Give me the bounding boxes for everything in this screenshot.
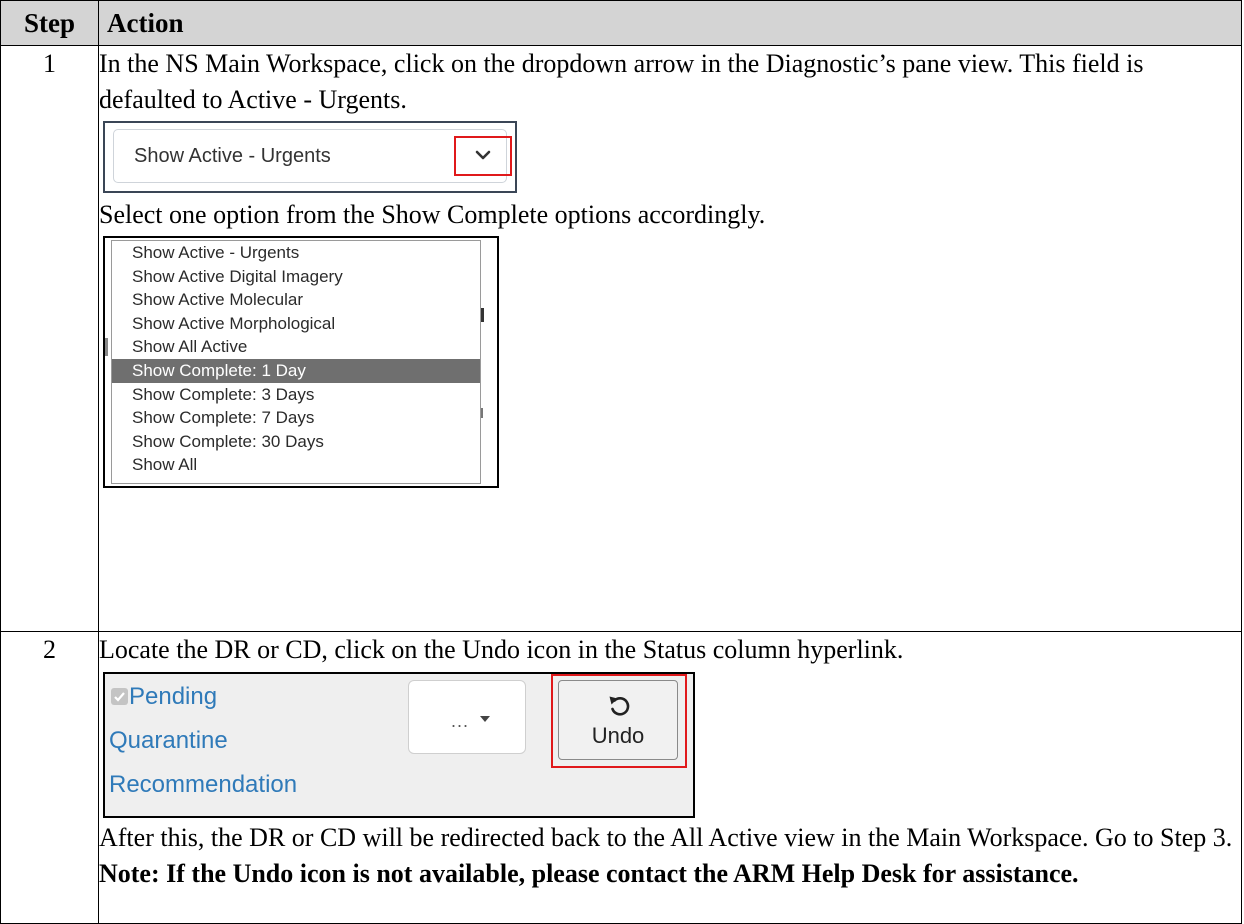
status-cell-screenshot: Pending Quarantine Recommendation ... Un… (103, 672, 695, 818)
table-header-row: Step Action (0, 0, 1242, 46)
step-action: Locate the DR or CD, click on the Undo i… (98, 631, 1242, 924)
dropdown-screenshot: Show Active - Urgents Show Active Digita… (103, 236, 499, 488)
select-screenshot: Show Active - Urgents (103, 121, 517, 193)
step-note: Note: If the Undo icon is not available,… (99, 859, 1079, 888)
background-fragment (481, 308, 484, 322)
dropdown-options-list: Show Active - Urgents Show Active Digita… (111, 240, 481, 484)
menu-dots: ... (451, 711, 470, 731)
dropdown-option[interactable]: Show Active - Urgents (112, 241, 480, 265)
undo-button[interactable]: Undo (558, 680, 678, 760)
step-text: After this, the DR or CD will be redirec… (99, 823, 1233, 852)
actions-menu-button[interactable]: ... (408, 680, 526, 754)
dropdown-option[interactable]: Show Complete: 3 Days (112, 383, 480, 407)
step-action: In the NS Main Workspace, click on the d… (98, 45, 1242, 632)
header-action: Action (98, 0, 1242, 46)
chevron-down-icon (475, 150, 491, 160)
steps-table: Step Action 1 In the NS Main Workspace, … (0, 0, 1242, 924)
dropdown-option[interactable]: Show Complete: 7 Days (112, 406, 480, 430)
status-link-line[interactable]: Recommendation (109, 770, 297, 800)
table-row: 2 Locate the DR or CD, click on the Undo… (0, 631, 1242, 924)
step-number: 2 (0, 631, 99, 924)
dropdown-option[interactable]: Show All Active (112, 335, 480, 359)
step-instruction: In the NS Main Workspace, click on the d… (99, 49, 1144, 114)
background-fragment (481, 408, 483, 418)
background-fragment (105, 338, 108, 356)
undo-icon (609, 696, 630, 716)
step-instruction: Select one option from the Show Complete… (99, 200, 766, 229)
dropdown-option[interactable]: Show All (112, 453, 480, 477)
dropdown-arrow-highlight[interactable] (454, 136, 512, 176)
dropdown-option[interactable]: Show Complete: 30 Days (112, 430, 480, 454)
step-instruction: Locate the DR or CD, click on the Undo i… (99, 635, 904, 664)
status-link-line[interactable]: Quarantine (109, 726, 228, 756)
step-number: 1 (0, 45, 99, 632)
dropdown-option[interactable]: Show Active Digital Imagery (112, 265, 480, 289)
diagnostics-view-select[interactable]: Show Active - Urgents (113, 129, 512, 183)
caret-down-icon (480, 716, 490, 722)
header-step: Step (0, 0, 99, 46)
dropdown-option[interactable]: Show Active Morphological (112, 312, 480, 336)
status-link-line[interactable]: Pending (129, 682, 217, 712)
select-value: Show Active - Urgents (134, 145, 331, 167)
table-row: 1 In the NS Main Workspace, click on the… (0, 45, 1242, 632)
undo-label: Undo (591, 723, 645, 748)
step-instruction: After this, the DR or CD will be redirec… (99, 820, 1241, 892)
dropdown-option[interactable]: Show Active Molecular (112, 288, 480, 312)
dropdown-option-selected[interactable]: Show Complete: 1 Day (112, 358, 480, 383)
checkbox-icon (111, 688, 128, 705)
